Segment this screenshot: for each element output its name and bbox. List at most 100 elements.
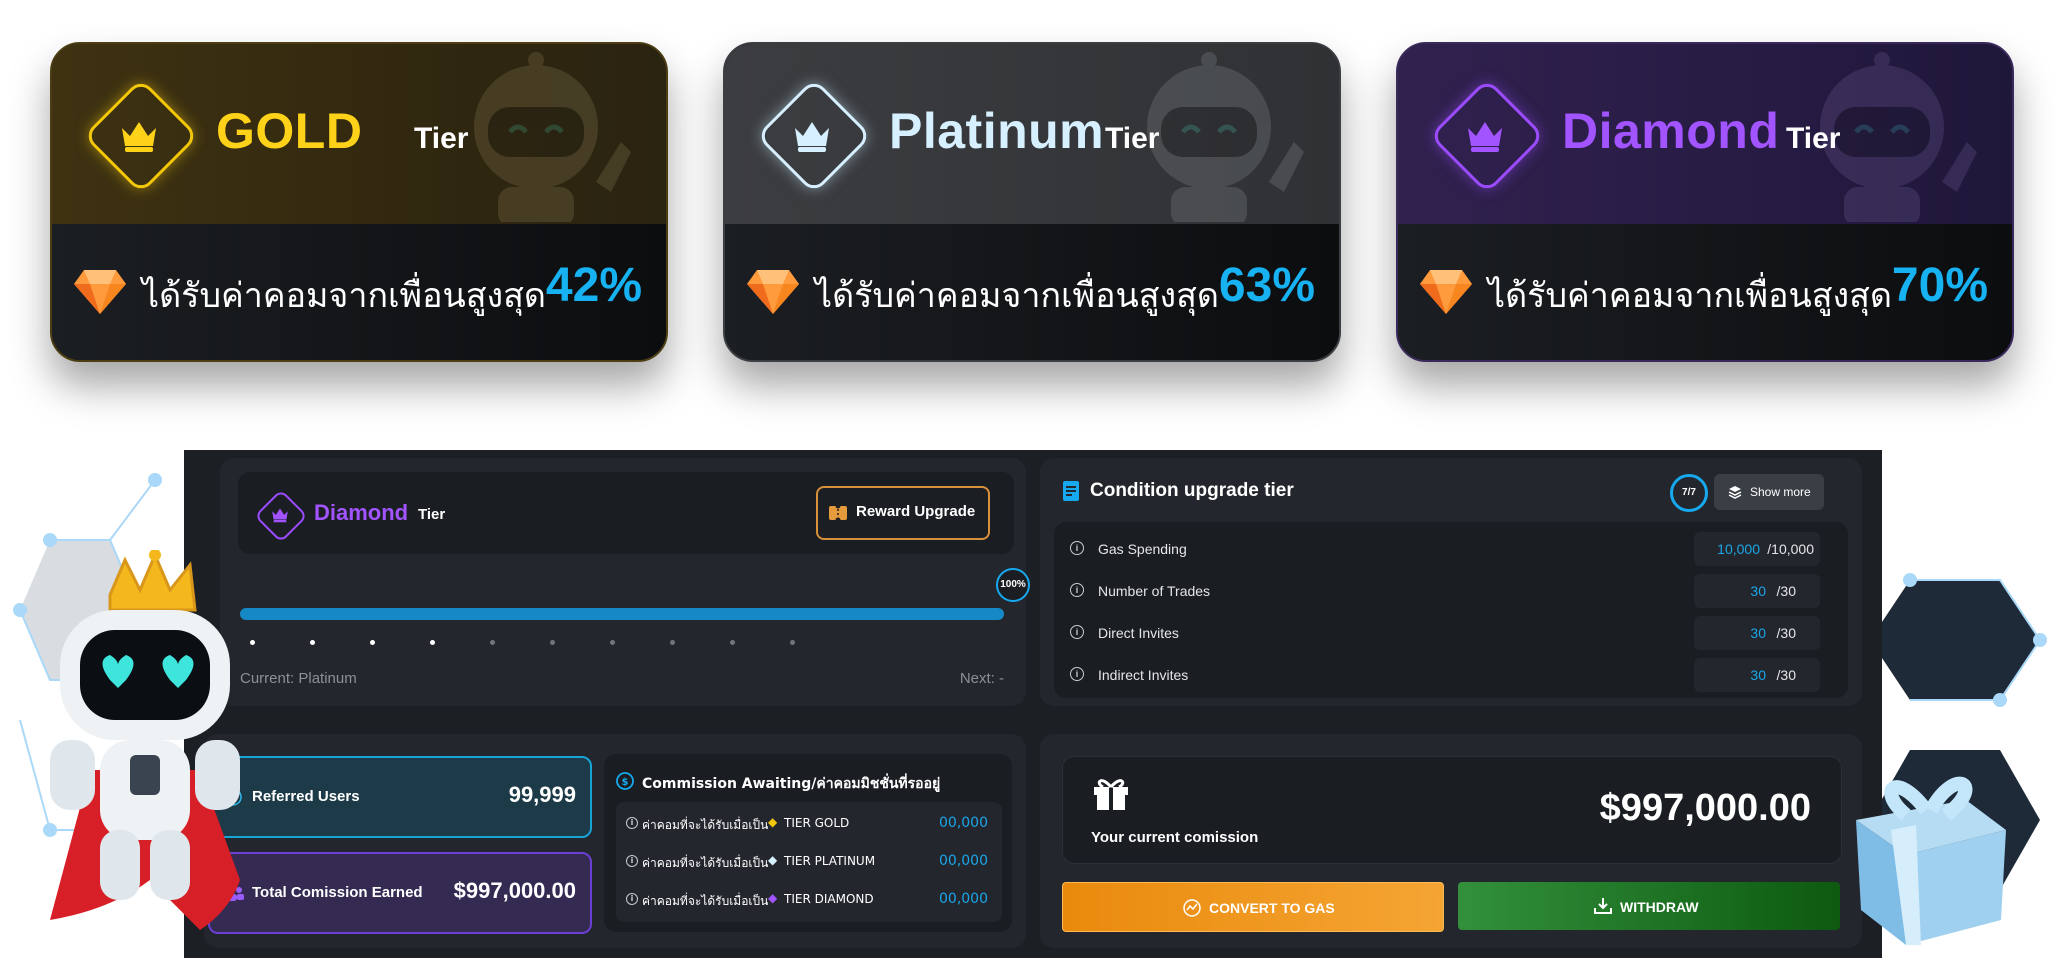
progress-dot [550, 640, 555, 645]
tier-name: GOLD [216, 103, 363, 159]
condition-value: 30 /30 [1694, 658, 1820, 692]
tier-card-commission: ได้รับค่าคอมจากเพื่อนสูงสุด 70% [1398, 224, 2012, 360]
tier-suffix: Tier [1105, 122, 1160, 155]
robot-mascot-illustration [50, 550, 240, 930]
condition-value: 10,000 /10,000 [1694, 532, 1820, 566]
condition-panel: Condition upgrade tier 7/7 Show more i G… [1040, 458, 1862, 706]
convert-to-gas-label: CONVERT TO GAS [1209, 900, 1335, 916]
svg-text:$: $ [622, 777, 629, 788]
awaiting-tier: TIER DIAMOND [784, 892, 874, 906]
condition-current: 30 [1750, 583, 1766, 599]
receipt-icon [1063, 481, 1079, 501]
awaiting-title: Commission Awaiting/ค่าคอมมิชชั่นที่รออย… [642, 776, 941, 792]
commission-percent: 63% [1218, 259, 1315, 312]
info-icon: i [1070, 667, 1084, 681]
crown-icon [795, 122, 829, 152]
tier-name: Platinum [889, 103, 1105, 159]
current-commission-value: $997,000.00 [1599, 787, 1811, 829]
condition-progress-ring: 7/7 [1670, 474, 1708, 512]
progress-dot [730, 640, 735, 645]
condition-title: Condition upgrade tier [1090, 480, 1294, 501]
awaiting-tier: TIER GOLD [784, 816, 850, 830]
condition-total: /30 [1776, 583, 1796, 599]
current-tier-panel: Diamond Tier Reward Upgrade 100% Current… [220, 458, 1030, 706]
current-commission-panel: Your current comission $997,000.00 CONVE… [1040, 734, 1862, 948]
tier-card-diamond: Diamond Tier ได้รับค่าคอมจากเพื่อนสูงสุด… [1396, 42, 2014, 362]
tier-card-header: Diamond Tier [1398, 44, 2012, 224]
commission-awaiting-card: $ Commission Awaiting/ค่าคอมมิชชั่นที่รอ… [604, 754, 1012, 932]
withdraw-button[interactable]: WITHDRAW [1458, 882, 1840, 930]
tier-suffix: Tier [414, 122, 469, 155]
tier-card-header: GOLD Tier [52, 44, 666, 224]
referred-users-card: Referred Users 99,999 [208, 756, 592, 838]
info-icon: i [1070, 583, 1084, 597]
awaiting-value: 00,000 [939, 815, 988, 831]
crown-icon [122, 122, 156, 152]
tier-card-gold: GOLD Tier ได้รับค่าคอมจากเพื่อนสูงสุด 42… [50, 42, 668, 362]
withdraw-label: WITHDRAW [1620, 899, 1699, 915]
awaiting-row: i ค่าคอมที่จะได้รับเมื่อเป็น ◆ TIER DIAM… [616, 884, 1002, 916]
current-commission-card: Your current comission $997,000.00 [1062, 756, 1842, 864]
condition-current: 30 [1750, 667, 1766, 683]
layers-icon [1728, 486, 1742, 499]
next-tier-label: Next: - [959, 670, 1004, 687]
condition-label: Number of Trades [1098, 583, 1211, 599]
info-icon: i [1070, 625, 1084, 639]
tier-card-header: Platinum Tier [725, 44, 1339, 224]
condition-row: i Gas Spending 10,000 /10,000 [1054, 530, 1832, 568]
current-commission-label: Your current comission [1091, 829, 1259, 846]
total-commission-card: Total Comission Earned $997,000.00 [208, 852, 592, 934]
crown-icon [1468, 122, 1502, 152]
total-commission-value: $997,000.00 [453, 878, 576, 903]
ticket-icon [829, 503, 847, 523]
diamond-badge-icon: ◆ [768, 853, 778, 867]
progress-dot [310, 640, 315, 645]
condition-label: Gas Spending [1098, 541, 1187, 557]
current-tier-header: Diamond Tier Reward Upgrade [238, 472, 1014, 554]
awaiting-row: i ค่าคอมที่จะได้รับเมื่อเป็น ◆ TIER GOLD… [616, 808, 1002, 840]
progress-dot [790, 640, 795, 645]
condition-row: i Direct Invites 30 /30 [1054, 614, 1832, 652]
info-icon: i [1070, 541, 1084, 555]
gift-icon [1094, 779, 1128, 810]
condition-value: 30 /30 [1694, 616, 1820, 650]
commission-percent: 42% [545, 259, 642, 312]
commission-text: ได้รับค่าคอมจากเพื่อนสูงสุด [1488, 276, 1892, 316]
crown-icon [272, 508, 288, 523]
progress-dot [610, 640, 615, 645]
progress-dot [670, 640, 675, 645]
awaiting-prefix: ค่าคอมที่จะได้รับเมื่อเป็น [642, 894, 769, 908]
gift-box-illustration [1856, 776, 2006, 945]
awaiting-row: i ค่าคอมที่จะได้รับเมื่อเป็น ◆ TIER PLAT… [616, 846, 1002, 878]
condition-label: Indirect Invites [1098, 667, 1189, 683]
commission-text: ได้รับค่าคอมจากเพื่อนสูงสุด [142, 276, 546, 316]
current-tier-suffix: Tier [418, 506, 446, 523]
tier-name: Diamond [1562, 103, 1780, 159]
awaiting-prefix: ค่าคอมที่จะได้รับเมื่อเป็น [642, 818, 769, 832]
condition-current: 10,000 [1717, 541, 1760, 557]
condition-row: i Indirect Invites 30 /30 [1054, 656, 1832, 694]
gem-icon [1420, 270, 1472, 314]
total-commission-label: Total Comission Earned [252, 884, 423, 901]
referred-users-value: 99,999 [508, 782, 576, 807]
awaiting-prefix: ค่าคอมที่จะได้รับเมื่อเป็น [642, 856, 769, 870]
tier-progress-bar [240, 608, 1004, 620]
tier-suffix: Tier [1786, 122, 1841, 155]
awaiting-list: i ค่าคอมที่จะได้รับเมื่อเป็น ◆ TIER GOLD… [616, 802, 1002, 922]
commission-percent: 70% [1891, 259, 1988, 312]
condition-total: /10,000 [1767, 541, 1814, 557]
clock-coin-icon: $ [616, 772, 634, 790]
referral-stats-panel: Referred Users 99,999 Total Comission Ea… [204, 734, 1026, 948]
convert-to-gas-button[interactable]: CONVERT TO GAS [1062, 882, 1444, 932]
reward-upgrade-button[interactable]: Reward Upgrade [816, 486, 990, 540]
tier-card-platinum: Platinum Tier ได้รับค่าคอมจากเพื่อนสูงสุ… [723, 42, 1341, 362]
show-more-button[interactable]: Show more [1714, 474, 1824, 510]
diamond-badge-icon: ◆ [768, 891, 778, 905]
download-icon [1594, 898, 1612, 914]
show-more-label: Show more [1750, 485, 1811, 499]
condition-label: Direct Invites [1098, 625, 1179, 641]
condition-current: 30 [1750, 625, 1766, 641]
referred-users-label: Referred Users [252, 788, 360, 805]
gas-icon [1183, 899, 1201, 917]
progress-dot [430, 640, 435, 645]
